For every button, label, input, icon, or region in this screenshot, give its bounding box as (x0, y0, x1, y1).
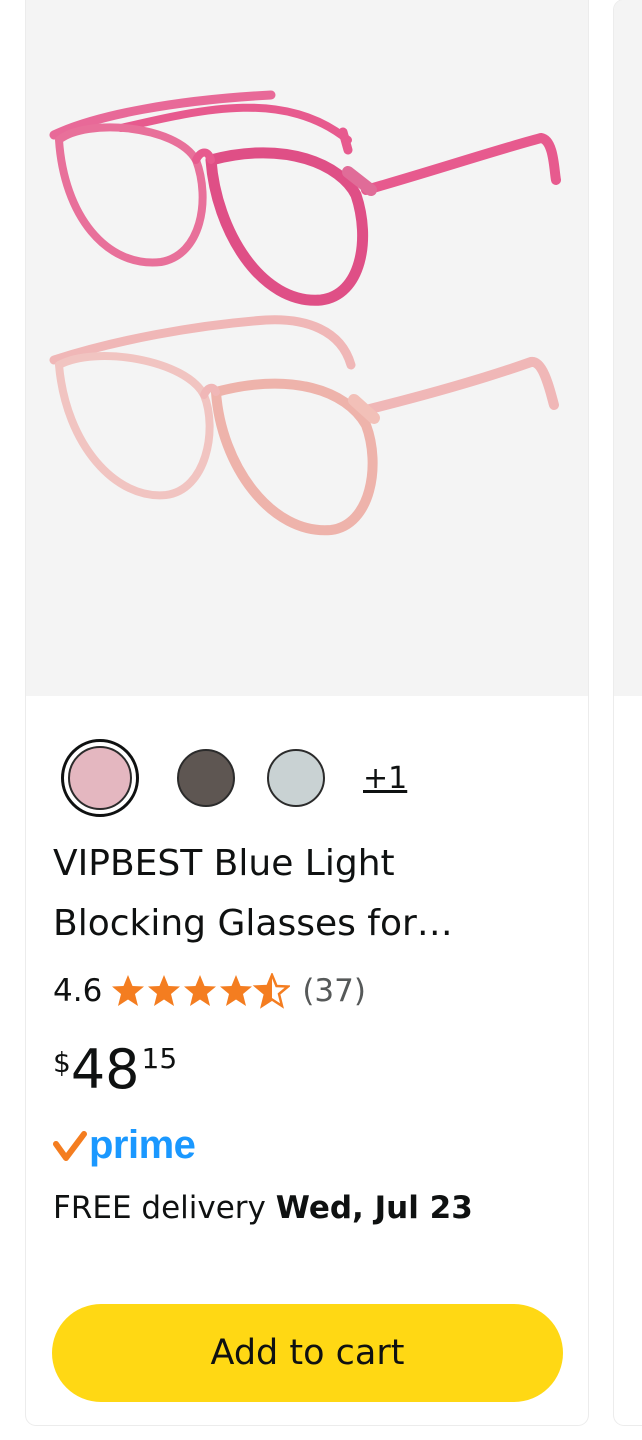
glasses-illustration (49, 90, 561, 536)
price-whole: 48 (70, 1038, 140, 1101)
star-icons (112, 973, 290, 1008)
star-icon (148, 975, 181, 1006)
delivery-date: Wed, Jul 23 (275, 1190, 473, 1226)
prime-badge: prime (53, 1120, 196, 1170)
product-title[interactable]: VIPBEST Blue Light Blocking Glasses for… (53, 834, 523, 954)
price-symbol: $ (53, 1046, 71, 1079)
more-colors-link[interactable]: +1 (363, 761, 407, 796)
rating-count: (37) (302, 973, 366, 1009)
star-rating (110, 973, 290, 1009)
star-icon (112, 975, 145, 1006)
prime-label: prime (89, 1122, 196, 1167)
delivery-info: FREE delivery Wed, Jul 23 (53, 1190, 473, 1226)
star-icon (220, 975, 253, 1006)
product-card[interactable]: +1 VIPBEST Blue Light Blocking Glasses f… (26, 0, 588, 1425)
price: $ 48 15 (53, 1038, 177, 1108)
swatch-dark-brown[interactable] (177, 749, 235, 807)
swatch-pink-selected[interactable] (61, 739, 139, 817)
delivery-prefix: FREE delivery (53, 1190, 276, 1226)
swatch-gray-blue[interactable] (267, 749, 325, 807)
next-product-card[interactable] (614, 0, 642, 1425)
rating-row[interactable]: 4.6 (37) (53, 968, 366, 1014)
prime-check-icon (53, 1131, 87, 1161)
star-icon (184, 975, 217, 1006)
half-star-icon (255, 973, 290, 1008)
swatch-pink (68, 746, 132, 810)
price-fraction: 15 (141, 1042, 178, 1075)
rating-value: 4.6 (53, 973, 103, 1009)
next-product-image (614, 0, 642, 696)
add-to-cart-button[interactable]: Add to cart (52, 1304, 563, 1402)
color-swatches: +1 (61, 738, 407, 818)
page: +1 VIPBEST Blue Light Blocking Glasses f… (0, 0, 642, 1440)
product-image[interactable] (26, 0, 588, 696)
